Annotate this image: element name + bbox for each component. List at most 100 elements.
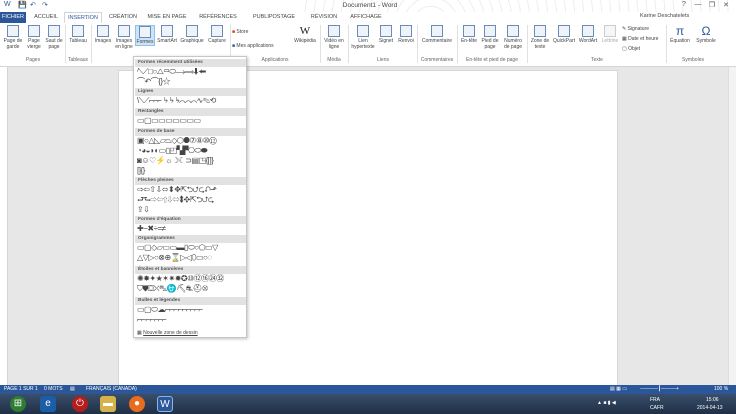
quickpart-button[interactable]: QuickPart — [552, 25, 576, 44]
word-taskbar-icon[interactable]: W — [157, 396, 173, 412]
en-tete-button[interactable]: En-tête — [459, 25, 479, 44]
wordart-button[interactable]: WordArt — [577, 25, 599, 44]
renvoi-button[interactable]: Renvoi — [396, 25, 416, 44]
view-buttons[interactable]: ▤ ▦ ▭ — [610, 385, 627, 394]
formes-button[interactable]: Formes — [135, 25, 155, 46]
shapes-icon — [139, 26, 151, 38]
smartart-button[interactable]: SmartArt — [156, 25, 178, 44]
internet-explorer-icon[interactable]: e — [40, 396, 56, 412]
store-button[interactable]: ■ Store — [232, 29, 256, 35]
images-en-ligne-button[interactable]: Images en ligne — [114, 25, 134, 50]
zoom-level[interactable]: 100 % — [714, 385, 728, 394]
apps-icon: ■ — [232, 43, 236, 49]
group-label-texte: Texte — [591, 57, 603, 63]
pi-icon: π — [675, 24, 685, 38]
tab-accueil[interactable]: ACCUEIL — [30, 12, 62, 23]
tray-icons[interactable]: ▲ ■ ▮ ◀ — [597, 400, 616, 406]
comment-icon — [431, 25, 443, 37]
tab-fichier[interactable]: FICHIER — [0, 12, 26, 23]
save-icon[interactable]: 💾 — [18, 1, 27, 9]
capture-button[interactable]: Capture — [206, 25, 228, 44]
tray-date[interactable]: 2014-04-13 — [697, 405, 723, 411]
drop-cap-icon — [604, 25, 616, 37]
separator — [527, 25, 528, 63]
section-formes-de-base: Formes de base — [135, 128, 246, 136]
images-button[interactable]: Images — [93, 25, 113, 44]
lettrine-button[interactable]: Lettrine — [600, 25, 620, 44]
shape-gallery-arrows[interactable]: ⇨⇦⇧⇩⬄⬍✥⇱⮌⮍⮎⮏⬏ ⮐⮑⇨⇦⇧⇩⬄⬍✥⇱⮌⮍⮎ ⇪⇩ — [137, 185, 245, 215]
start-button-icon[interactable]: ⊞ — [10, 396, 26, 412]
bookmark-icon — [380, 25, 392, 37]
vertical-ruler — [0, 67, 8, 385]
redo-icon[interactable]: ↷ — [42, 1, 48, 9]
graphique-button[interactable]: Graphique — [179, 25, 205, 44]
section-organigrammes: Organigrammes — [135, 235, 246, 243]
tab-creation[interactable]: CRÉATION — [106, 12, 140, 23]
date-heure-button[interactable]: ▦ Date et heure — [622, 36, 664, 42]
blank-page-icon — [28, 25, 40, 37]
group-label-commentaires: Commentaires — [420, 57, 454, 63]
pied-de-page-button[interactable]: Pied de page — [480, 25, 500, 50]
video-en-ligne-button[interactable]: Vidéo en ligne — [322, 25, 346, 50]
header-icon — [463, 25, 475, 37]
online-picture-icon — [118, 25, 130, 37]
tab-mise-en-page[interactable]: MISE EN PAGE — [144, 12, 190, 23]
tab-revision[interactable]: RÉVISION — [306, 12, 342, 23]
commentaire-button[interactable]: Commentaire — [419, 25, 455, 44]
restore-button[interactable]: ❐ — [706, 1, 718, 10]
file-explorer-icon[interactable]: ▬ — [100, 396, 116, 412]
new-canvas-menuitem[interactable]: ▦ Nouvelle zone de dessin — [137, 330, 198, 336]
minimize-button[interactable]: — — [692, 1, 704, 10]
separator — [457, 25, 458, 63]
tableau-button[interactable]: Tableau — [67, 25, 89, 44]
page-break-icon — [48, 25, 60, 37]
shape-gallery-callouts[interactable]: ▭▢⬭☁⌐⌐⌐⌐⌐⌐⌐⌐⌐ ⌐⌐⌐⌐⌐⌐⌐ — [137, 305, 245, 325]
video-icon — [328, 25, 340, 37]
signature-button[interactable]: ✎ Signature — [622, 26, 664, 32]
shape-gallery-recent[interactable]: ⁄⟍⟋□○△▭⬭⟶⟹⬇⬅ ⌒↶⌒{}☆ — [137, 67, 245, 87]
tray-language[interactable]: FRA — [650, 397, 660, 403]
shape-gallery-flowchart[interactable]: ▭▢◇▱▭▭▬▯⬭○⬠▭▽ △▽▷○⊗⊕⌛▷◁⬯▭○◌ — [137, 243, 245, 263]
tray-region[interactable]: CAFR — [650, 405, 664, 411]
proofing-icon[interactable]: ▤ — [70, 385, 75, 394]
symbole-button[interactable]: Ω Symbole — [694, 25, 718, 45]
close-button[interactable]: ✕ — [720, 1, 732, 10]
mes-applications-button[interactable]: ■ Mes applications — [232, 43, 292, 49]
wikipedia-button[interactable]: W Wikipédia — [292, 25, 318, 44]
shape-gallery-rectangles[interactable]: ▭▢▭▭▭▭▭▭▭ — [137, 116, 245, 126]
shape-gallery-lines[interactable]: \⟍⟋⌐⌐⌐↳↳↳⌒⌒⌒∿✎⟲ — [137, 96, 245, 106]
tab-references[interactable]: RÉFÉRENCES — [194, 12, 242, 23]
user-name[interactable]: Karine Deschatelets — [640, 13, 689, 19]
picture-icon — [97, 25, 109, 37]
zoom-slider[interactable]: −———┃———+ — [640, 385, 679, 394]
tab-affichage[interactable]: AFFICHAGE — [346, 12, 386, 23]
tray-time[interactable]: 15:06 — [706, 397, 719, 403]
undo-icon[interactable]: ↶ — [30, 1, 36, 9]
signet-button[interactable]: Signet — [377, 25, 395, 44]
shape-gallery-stars[interactable]: ✺✸✦★✶✷✹✪⑩⑫⑯㉔㉜ ⛉⛊⛋⛌⛍⛎⛏⛐⛑⛒ — [137, 274, 245, 294]
tab-insertion[interactable]: INSERTION — [64, 12, 102, 23]
saut-de-page-button[interactable]: Saut de page — [44, 25, 64, 50]
objet-button[interactable]: ▢ Objet — [622, 46, 664, 52]
group-label-liens: Liens — [377, 57, 389, 63]
page-vierge-button[interactable]: Page vierge — [25, 25, 43, 50]
power-icon[interactable]: ⏻ — [72, 396, 88, 412]
shape-gallery-equation[interactable]: ✚−✖÷=≠ — [137, 224, 245, 234]
section-rectangles: Rectangles — [135, 108, 246, 116]
language-indicator[interactable]: FRANÇAIS (CANADA) — [86, 385, 137, 394]
media-player-icon[interactable]: ● — [129, 396, 145, 412]
word-count[interactable]: 0 MOTS — [44, 385, 63, 394]
page-de-garde-button[interactable]: Page de garde — [2, 25, 24, 50]
lien-hypertexte-button[interactable]: Lien hypertexte — [350, 25, 376, 50]
word-logo-icon: W — [4, 1, 11, 8]
vertical-scrollbar[interactable] — [728, 67, 736, 385]
help-button[interactable]: ? — [678, 1, 690, 10]
separator — [320, 25, 321, 63]
shape-gallery-basic[interactable]: ▣○△◺▱⏢◇⬡⯃⑦⑧⑩⑫ ◔◕◒◗◐▭▯◰▚▛⎔⬭⬬ ◙☺♡⚡☼☽☾⊃▤◳{[]}… — [137, 136, 245, 176]
zone-de-texte-button[interactable]: Zone de texte — [529, 25, 551, 50]
tab-publipostage[interactable]: PUBLIPOSTAGE — [246, 12, 302, 23]
equation-button[interactable]: π Équation — [668, 24, 692, 45]
camera-icon — [211, 25, 223, 37]
numero-de-page-button[interactable]: Numéro de page — [501, 25, 525, 50]
page-counter[interactable]: PAGE 1 SUR 1 — [4, 385, 38, 394]
